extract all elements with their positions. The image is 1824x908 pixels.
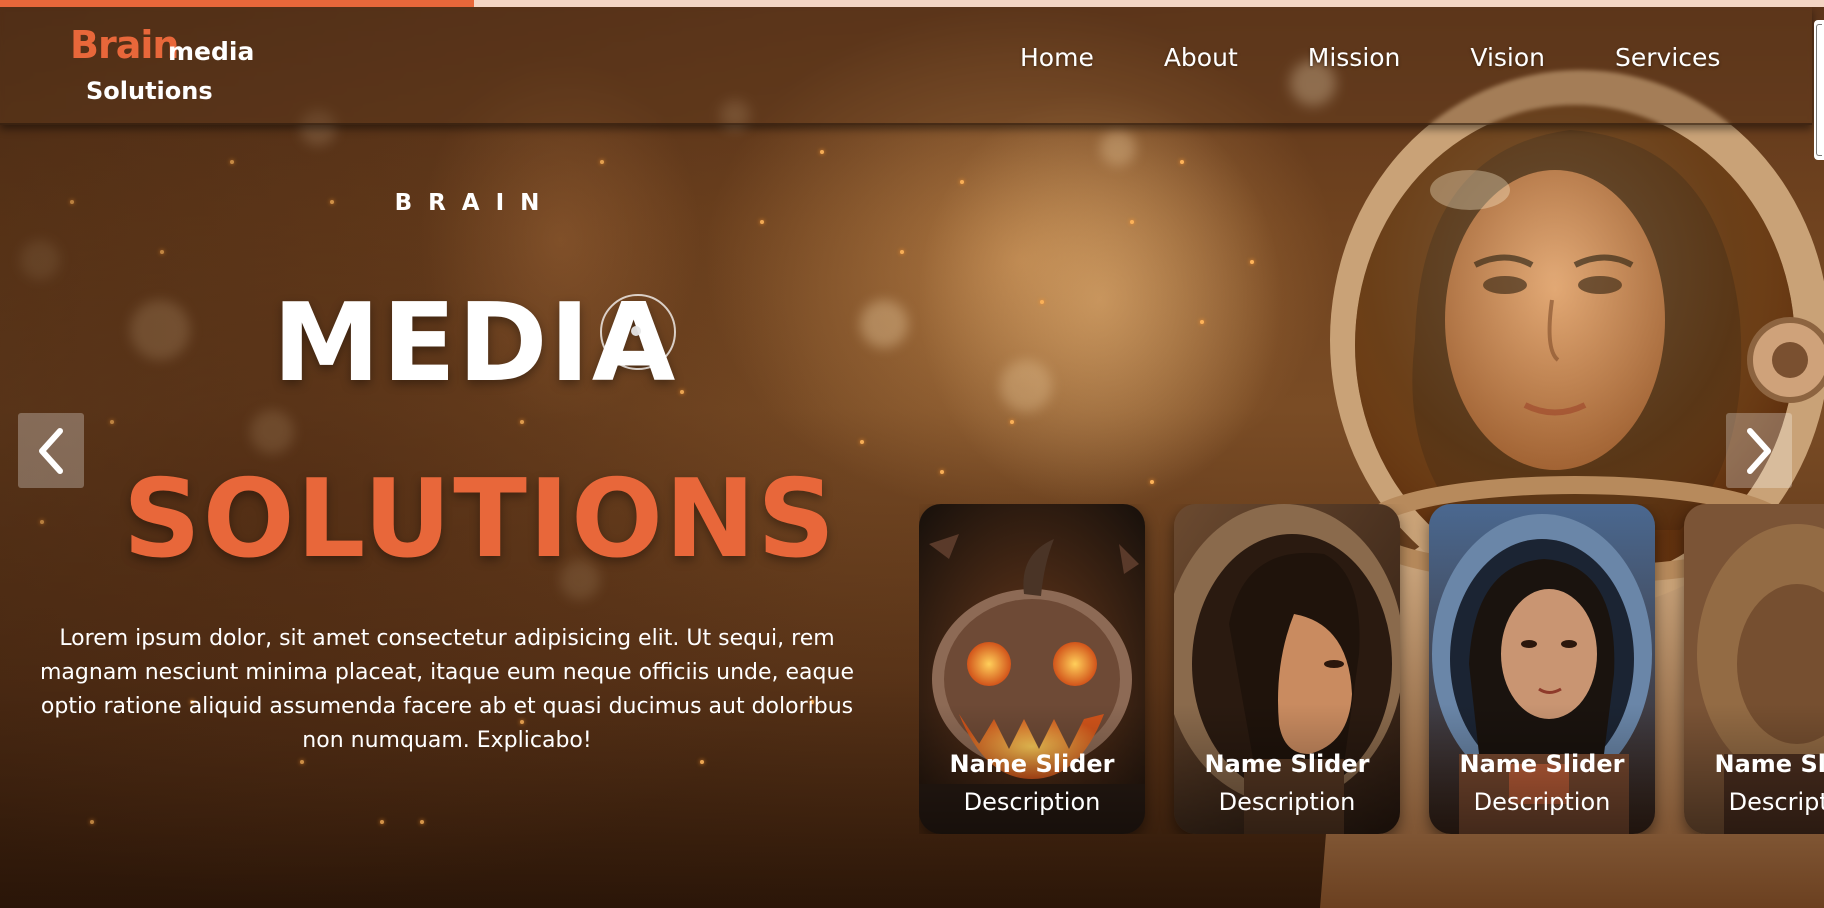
slider-thumbnails: Name Slider Description Name Slider Desc… — [919, 504, 1824, 834]
slider-next-button[interactable] — [1726, 413, 1792, 488]
slider-progress-track — [0, 0, 1824, 7]
main-nav: Home About Mission Vision Services — [1020, 43, 1720, 72]
nav-home[interactable]: Home — [1020, 43, 1094, 72]
nav-vision[interactable]: Vision — [1470, 43, 1545, 72]
slider-card-3[interactable]: Name Slider Description — [1429, 504, 1655, 834]
nav-services[interactable]: Services — [1615, 43, 1720, 72]
card-description: Description — [1218, 788, 1356, 816]
logo-brand-text: Brain — [70, 23, 179, 67]
slider-card-2[interactable]: Name Slider Description — [1174, 504, 1400, 834]
logo-solutions-text: Solutions — [86, 77, 213, 105]
hero-eyebrow: BRAIN — [394, 190, 556, 216]
page-scrollbar[interactable] — [1814, 20, 1824, 160]
card-name: Name Slider — [949, 750, 1115, 778]
card-name: Name Slider — [1714, 750, 1824, 778]
nav-mission[interactable]: Mission — [1308, 43, 1401, 72]
slider-card-1[interactable]: Name Slider Description — [919, 504, 1145, 834]
site-header: Brain media Solutions Home About Mission… — [0, 7, 1812, 125]
logo[interactable]: Brain media Solutions — [70, 17, 290, 117]
logo-media-text: media — [168, 37, 255, 66]
slider-card-4[interactable]: Name Slider Description — [1684, 504, 1824, 834]
card-description: Description — [1473, 788, 1611, 816]
hero-description: Lorem ipsum dolor, sit amet consectetur … — [40, 626, 854, 753]
chevron-right-icon — [1747, 427, 1771, 474]
mouse-cursor-dot — [631, 326, 641, 336]
card-description: Description — [1728, 788, 1824, 816]
card-name: Name Slider — [1459, 750, 1625, 778]
card-name: Name Slider — [1204, 750, 1370, 778]
slider-progress-fill — [0, 0, 475, 7]
slider-prev-button[interactable] — [18, 413, 84, 488]
nav-about[interactable]: About — [1164, 43, 1238, 72]
card-description: Description — [963, 788, 1101, 816]
chevron-left-icon — [39, 427, 63, 474]
hero-subtitle: SOLUTIONS — [122, 457, 838, 582]
